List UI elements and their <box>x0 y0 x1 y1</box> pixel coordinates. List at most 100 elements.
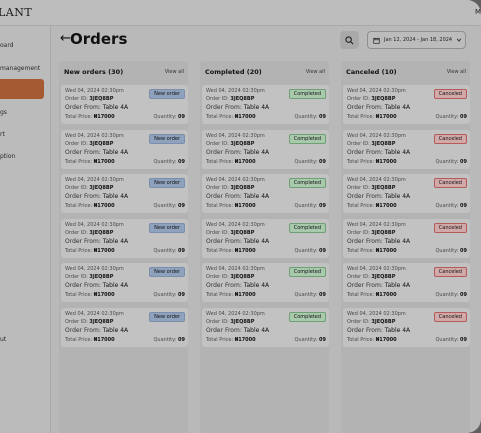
order-from: Table 4A <box>102 193 129 200</box>
order-id-line: Order ID: 3JEQ8BP <box>347 319 395 325</box>
order-id-label: Order ID: <box>347 140 370 147</box>
quantity: 09 <box>460 247 467 254</box>
total-price-label: Total Price: <box>206 292 234 298</box>
order-id-line: Order ID: 3JEQ8BP <box>65 96 113 102</box>
order-from-line: Order From: Table 4A <box>65 104 128 111</box>
sidebar-item-subscription[interactable]: ption <box>0 153 15 160</box>
order-from-line: Order From: Table 4A <box>65 193 128 200</box>
quantity-line: Quantity: 09 <box>295 337 327 343</box>
quantity-line: Quantity: 09 <box>295 248 327 254</box>
order-from: Table 4A <box>102 282 129 289</box>
order-card[interactable]: Wed 04, 2024 02:30pm New order Order ID: 3… <box>61 263 188 302</box>
order-card[interactable]: Wed 04, 2024 02:30pm Canceled Order ID: 3J… <box>343 129 470 169</box>
total-price: ₦17000 <box>375 336 397 343</box>
order-from-label: Order From: <box>65 326 101 334</box>
order-from-line: Order From: Table 4A <box>65 149 128 156</box>
order-card[interactable]: Wed 04, 2024 02:30pm New order Order ID: 3… <box>61 85 188 124</box>
order-from-label: Order From: <box>206 193 242 200</box>
search-button[interactable] <box>340 31 359 49</box>
order-from-line: Order From: Table 4A <box>347 327 410 334</box>
total-price-line: Total Price: ₦17000 <box>347 114 397 120</box>
status-badge: Completed <box>288 89 326 99</box>
sidebar-item-orders-active[interactable] <box>0 79 44 99</box>
calendar-icon <box>373 37 380 44</box>
quantity-label: Quantity: <box>153 203 177 209</box>
total-price-line: Total Price: ₦17000 <box>65 248 115 254</box>
order-from-label: Order From: <box>206 237 242 245</box>
order-card[interactable]: Wed 04, 2024 02:30pm New order Order ID: 3… <box>61 218 188 258</box>
order-id: 3JEQ8BP <box>230 140 255 147</box>
order-id: 3JEQ8BP <box>89 185 114 191</box>
quantity-line: Quantity: 09 <box>436 248 468 254</box>
order-card[interactable]: Wed 04, 2024 02:30pm Completed Order ID: 3… <box>202 263 329 302</box>
order-time: Wed 04, 2024 02:30pm <box>65 221 124 228</box>
order-card[interactable]: Wed 04, 2024 02:30pm New order Order ID: 3… <box>61 307 188 347</box>
order-time: Wed 04, 2024 02:30pm <box>206 266 265 272</box>
order-from-label: Order From: <box>65 237 101 245</box>
column-title: Completed (20) <box>205 68 262 76</box>
order-id-line: Order ID: 3JEQ8BP <box>347 230 395 236</box>
sidebar-item-report[interactable]: rt <box>0 131 5 138</box>
quantity: 09 <box>319 336 326 343</box>
order-card[interactable]: Wed 04, 2024 02:30pm Canceled Order ID: 3J… <box>343 307 470 347</box>
sidebar-item-dashboard[interactable]: oard <box>0 42 14 49</box>
total-price-label: Total Price: <box>65 158 93 165</box>
total-price: ₦17000 <box>234 292 256 298</box>
order-id-label: Order ID: <box>347 318 370 325</box>
view-all-link[interactable]: View all <box>447 69 466 75</box>
total-price: ₦17000 <box>93 203 115 209</box>
sidebar-item-settings[interactable]: gs <box>0 109 7 116</box>
order-id-line: Order ID: 3JEQ8BP <box>206 230 254 236</box>
app-window: LANT M oard management gs rt ption ut ← … <box>0 0 481 433</box>
status-badge: New order <box>149 267 185 277</box>
quantity-label: Quantity: <box>153 336 177 343</box>
column-header: Completed (20) View all <box>205 68 325 78</box>
order-card[interactable]: Wed 04, 2024 02:30pm Completed Order ID: 3… <box>202 174 329 213</box>
order-card[interactable]: Wed 04, 2024 02:30pm Completed Order ID: 3… <box>202 85 329 124</box>
order-from: Table 4A <box>384 104 411 111</box>
total-price-label: Total Price: <box>347 336 375 343</box>
order-id: 3JEQ8BP <box>230 274 255 280</box>
order-card[interactable]: Wed 04, 2024 02:30pm Canceled Order ID: 3J… <box>343 218 470 258</box>
order-id: 3JEQ8BP <box>371 185 396 191</box>
order-card[interactable]: Wed 04, 2024 02:30pm New order Order ID: 3… <box>61 129 188 169</box>
quantity-label: Quantity: <box>294 247 318 254</box>
user-avatar[interactable]: M <box>475 8 481 16</box>
status-badge: Completed <box>288 311 326 322</box>
quantity: 09 <box>178 114 185 120</box>
order-card[interactable]: Wed 04, 2024 02:30pm Canceled Order ID: 3J… <box>343 263 470 302</box>
total-price-line: Total Price: ₦17000 <box>206 248 256 254</box>
chevron-down-icon <box>456 38 462 42</box>
total-price-label: Total Price: <box>65 114 93 120</box>
order-card[interactable]: Wed 04, 2024 02:30pm New order Order ID: 3… <box>61 174 188 213</box>
order-from-line: Order From: Table 4A <box>206 104 269 111</box>
order-card[interactable]: Wed 04, 2024 02:30pm Completed Order ID: 3… <box>202 218 329 258</box>
order-id: 3JEQ8BP <box>371 140 396 147</box>
total-price-line: Total Price: ₦17000 <box>206 292 256 298</box>
order-from-line: Order From: Table 4A <box>206 238 269 245</box>
order-card[interactable]: Wed 04, 2024 02:30pm Canceled Order ID: 3J… <box>343 85 470 124</box>
order-id-label: Order ID: <box>206 274 229 280</box>
total-price-label: Total Price: <box>347 247 375 254</box>
status-badge: New order <box>149 311 185 322</box>
sidebar-item-management[interactable]: management <box>0 65 40 72</box>
order-card[interactable]: Wed 04, 2024 02:30pm Canceled Order ID: 3J… <box>343 174 470 213</box>
order-id-label: Order ID: <box>65 229 88 236</box>
quantity-line: Quantity: 09 <box>154 337 186 343</box>
view-all-link[interactable]: View all <box>306 69 325 75</box>
date-range-picker[interactable]: Jan 12, 2024 - Jan 18, 2024 <box>367 31 466 49</box>
order-time: Wed 04, 2024 02:30pm <box>206 310 265 317</box>
order-id: 3JEQ8BP <box>230 318 255 325</box>
order-time: Wed 04, 2024 02:30pm <box>347 88 406 94</box>
order-card[interactable]: Wed 04, 2024 02:30pm Completed Order ID: 3… <box>202 129 329 169</box>
status-badge: Completed <box>288 133 326 144</box>
quantity-label: Quantity: <box>153 247 177 254</box>
order-card[interactable]: Wed 04, 2024 02:30pm Completed Order ID: 3… <box>202 307 329 347</box>
quantity: 09 <box>460 203 467 209</box>
status-badge: Canceled <box>433 178 467 188</box>
view-all-link[interactable]: View all <box>165 69 184 75</box>
sidebar-item-logout[interactable]: ut <box>0 336 6 343</box>
order-time: Wed 04, 2024 02:30pm <box>65 132 124 139</box>
quantity-line: Quantity: 09 <box>436 292 468 298</box>
total-price-line: Total Price: ₦17000 <box>347 203 397 209</box>
